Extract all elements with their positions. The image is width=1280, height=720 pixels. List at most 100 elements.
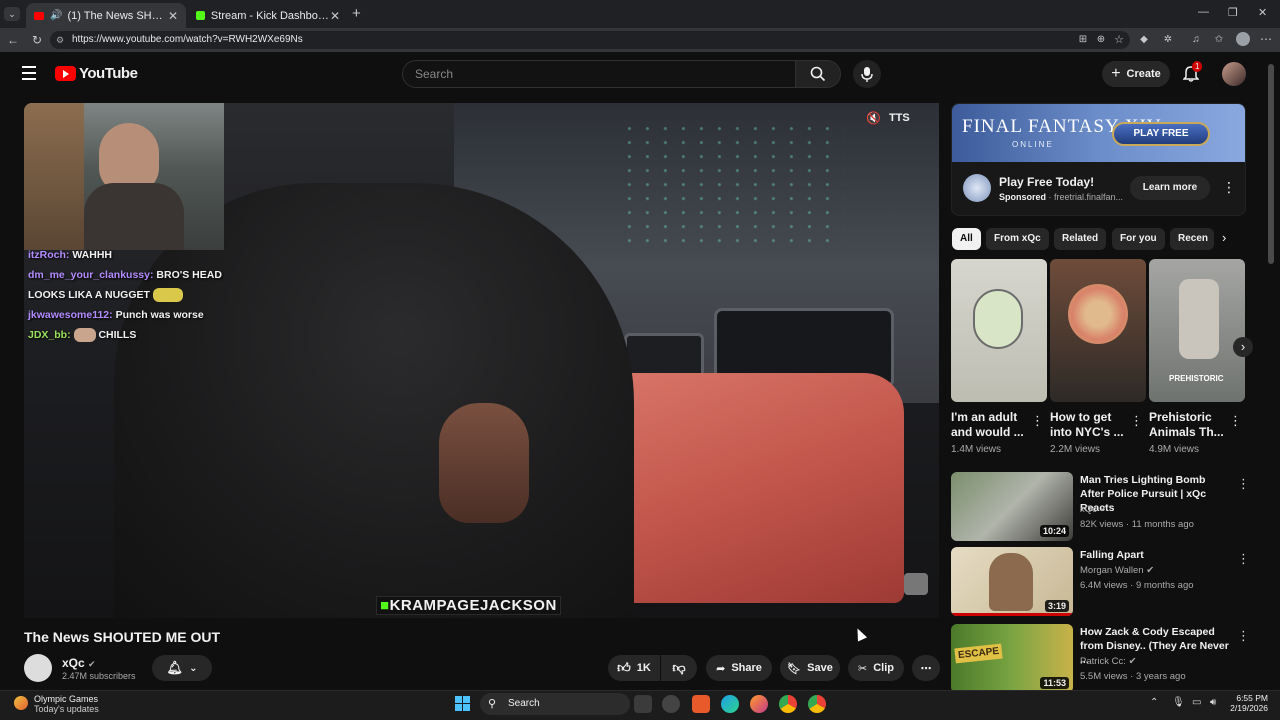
chip-all[interactable]: All [952,228,981,250]
chat-message: itzRoch: WAHHH [28,245,228,265]
create-button[interactable]: + Create [1102,61,1170,87]
search-button[interactable] [795,60,841,88]
reload-icon[interactable]: ↻ [29,32,45,48]
ad-banner[interactable]: FINAL FANTASY XIV ONLINE PLAY FREE [952,104,1245,162]
url-text: https://www.youtube.com/watch?v=RWH2WXe6… [72,34,303,45]
address-bar[interactable]: ⚙ https://www.youtube.com/watch?v=RWH2WX… [50,31,1130,49]
brave-browser-icon[interactable] [692,695,710,713]
recommendation-item[interactable]: ESCAPE 11:53 How Zack & Cody Escaped fro… [951,624,1251,690]
tab-search-icon[interactable]: ⌄ [4,7,20,21]
extension-icon[interactable]: ◆ [1136,32,1152,48]
youtube-logo[interactable]: YouTube [55,65,138,82]
ad-play-free-button[interactable]: PLAY FREE [1112,122,1210,146]
firefox-icon[interactable] [750,695,768,713]
video-menu-icon[interactable]: ⋮ [1237,476,1250,492]
save-button[interactable]: 🔖︎ Save [780,655,840,681]
dislike-button[interactable]: 👎︎ [661,655,697,681]
ad-card[interactable]: FINAL FANTASY XIV ONLINE PLAY FREE Play … [951,103,1246,216]
restore-icon[interactable]: ❐ [1228,6,1238,19]
ad-sponsor-line: Sponsored · freetrial.finalfan... [999,192,1123,202]
new-tab-icon[interactable]: + [352,5,361,22]
mic-tray-icon[interactable]: 🎙︎ [1172,697,1185,708]
shorts-next-chevron-icon[interactable]: › [1233,337,1253,357]
short-menu-icon[interactable]: ⋮ [1130,413,1143,429]
clip-button[interactable]: ✂ Clip [848,655,904,681]
chips-next-chevron-icon[interactable]: › [1222,230,1226,245]
ad-menu-icon[interactable]: ⋮ [1222,179,1236,196]
account-avatar[interactable] [1222,62,1246,86]
site-info-icon[interactable]: ⚙ [56,31,64,49]
like-button[interactable]: 👍︎ 1K [608,655,660,681]
taskbar-search-box[interactable]: ⚲ Search [480,693,630,715]
tab-youtube[interactable]: 🔊 (1) The News SHOUTED ME OUT ✕ [26,3,186,28]
video-menu-icon[interactable]: ⋮ [1237,628,1250,644]
short-title: I'm an adult and would ... [951,410,1024,439]
weather-widget[interactable]: Olympic Games Today's updates [34,694,99,714]
video-menu-icon[interactable]: ⋮ [1237,551,1250,567]
speaker-icon[interactable]: 🔊 [50,10,62,21]
notifications-button[interactable]: 1 [1182,61,1203,87]
watch-progress-bar [951,613,1073,616]
zoom-icon[interactable]: ⊕ [1093,32,1109,48]
voice-search-button[interactable] [853,60,881,88]
subscription-bell-button[interactable]: 🔔︎ ⌄ [152,655,212,681]
chip-from-xqc[interactable]: From xQc [986,228,1049,250]
share-button[interactable]: ➦ Share [706,655,772,681]
bookmark-star-icon[interactable]: ☆ [1111,32,1127,48]
extensions-puzzle-icon[interactable]: ✲ [1160,32,1176,48]
verified-icon: ✔ [88,659,96,669]
caption-text: KRAMPAGEJACKSON [389,597,557,614]
chat-overlay: itzRoch: WAHHH dm_me_your_clankussy: BRO… [28,245,228,345]
widget-subtitle: Today's updates [34,704,99,714]
profile-avatar-icon[interactable] [1236,32,1250,46]
close-tab-icon[interactable]: ✕ [330,9,340,23]
recommendation-item[interactable]: 10:24 Man Tries Lighting Bomb After Poli… [951,472,1251,542]
tab-title: Stream - Kick Dashboard [210,9,330,22]
hamburger-menu-icon[interactable] [22,66,36,80]
recommendation-item[interactable]: 3:19 Falling Apart Morgan Wallen ✔ 6.4M … [951,547,1251,617]
channel-avatar[interactable] [24,654,52,682]
learn-more-button[interactable]: Learn more [1130,176,1210,200]
short-item[interactable]: I'm an adult and would ... 1.4M views ⋮ [951,259,1047,455]
media-control-icon[interactable]: ♫ [1188,32,1204,48]
favorites-icon[interactable]: ✩ [1211,32,1227,48]
close-window-icon[interactable]: ✕ [1258,6,1267,19]
nugget-emote-icon [152,288,183,303]
minimize-icon[interactable]: — [1198,6,1209,18]
search-input[interactable]: Search [402,60,796,88]
chrome-icon[interactable] [779,695,797,713]
short-item[interactable]: PREHISTORIC Prehistoric Animals Th... 4.… [1149,259,1245,455]
short-menu-icon[interactable]: ⋮ [1229,413,1242,429]
short-views: 1.4M views [951,444,1002,455]
thumbs-down-icon: 👎︎ [672,660,686,675]
edge-browser-icon[interactable] [721,695,739,713]
back-icon[interactable]: ← [5,32,21,48]
chip-recent[interactable]: Recen [1170,228,1214,250]
bell-icon: 🔔︎ [166,660,184,675]
olympics-widget-icon[interactable] [14,696,28,710]
short-menu-icon[interactable]: ⋮ [1031,413,1044,429]
task-view-icon[interactable] [634,695,652,713]
channel-name[interactable]: xQc ✔ [62,656,96,670]
chip-related[interactable]: Related [1054,228,1107,250]
windows-start-icon[interactable] [455,696,471,712]
network-icon[interactable]: ▭ [1192,697,1201,708]
install-app-icon[interactable]: ⊞ [1075,32,1091,48]
close-tab-icon[interactable]: ✕ [168,9,178,23]
clock[interactable]: 6:55 PM 2/19/2026 [1224,693,1268,713]
chip-for-you[interactable]: For you [1112,228,1165,250]
volume-icon[interactable]: 🔊︎ [1210,697,1216,708]
chat-text: WAHHH [72,249,113,261]
tray-overflow-icon[interactable]: ⌃ [1150,697,1158,708]
browser-menu-icon[interactable]: ⋯ [1258,31,1274,47]
page-scrollbar[interactable] [1268,64,1274,264]
more-actions-button[interactable]: ⋯ [912,655,940,681]
video-player[interactable]: itzRoch: WAHHH dm_me_your_clankussy: BRO… [24,103,939,618]
scissors-icon: ✂ [858,662,868,675]
kick-favicon-icon [196,11,205,20]
tab-kick-dashboard[interactable]: Stream - Kick Dashboard ✕ [188,3,348,28]
chrome-profile-icon[interactable] [808,695,826,713]
ad-title[interactable]: Play Free Today! [999,175,1094,189]
short-item[interactable]: How to get into NYC's ... 2.2M views ⋮ [1050,259,1146,455]
widgets-icon[interactable] [662,695,680,713]
